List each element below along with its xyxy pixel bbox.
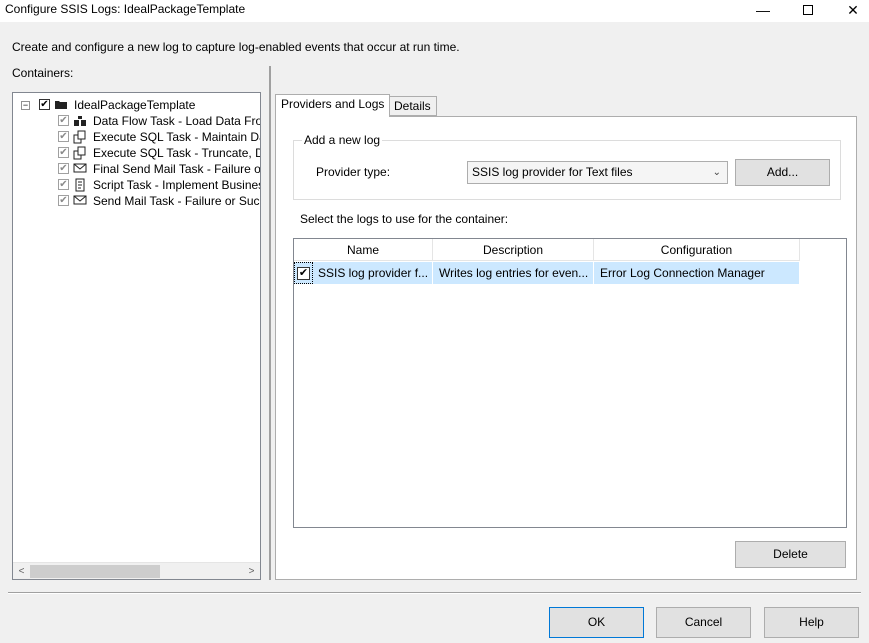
tree-checkbox[interactable]: ✔ [58,131,69,142]
provider-type-value: SSIS log provider for Text files [472,165,633,179]
focus-rectangle [294,262,313,284]
tree-item-root[interactable]: − ✔ IdealPackageTemplate [13,97,260,113]
cancel-button[interactable]: Cancel [656,607,751,638]
tab-providers-and-logs[interactable]: Providers and Logs [275,94,391,117]
close-icon: ✕ [847,2,859,18]
tree-item-execute-sql-maintain[interactable]: ✔ Execute SQL Task - Maintain Da [13,129,260,145]
help-button[interactable]: Help [764,607,859,638]
select-logs-label: Select the logs to use for the container… [300,212,509,226]
delete-button[interactable]: Delete [735,541,846,568]
footer-separator [8,592,861,594]
script-icon [73,178,87,192]
tree-item-label: Send Mail Task - Failure or Succ [93,194,261,208]
tree-item-label: Final Send Mail Task - Failure or [93,162,261,176]
column-header-description[interactable]: Description [433,239,594,261]
tree-checkbox[interactable]: ✔ [58,163,69,174]
tree-checkbox[interactable]: ✔ [58,195,69,206]
tree-item-label: Execute SQL Task - Truncate, De [93,146,261,160]
chevron-down-icon[interactable]: ⌄ [713,162,721,183]
tree-item-data-flow[interactable]: ✔ Data Flow Task - Load Data From [13,113,260,129]
panel-splitter[interactable] [269,66,271,580]
column-header-configuration[interactable]: Configuration [594,239,800,261]
table-row[interactable]: SSIS log provider f... ✔ Writes log entr… [294,262,800,284]
tree-item-send-mail[interactable]: ✔ Send Mail Task - Failure or Succ [13,193,260,209]
add-log-group: Add a new log Provider type: SSIS log pr… [293,133,841,200]
add-button[interactable]: Add... [735,159,830,186]
window-title: Configure SSIS Logs: IdealPackageTemplat… [5,2,246,16]
maximize-button[interactable] [785,0,831,22]
provider-type-label: Provider type: [316,165,391,179]
maximize-icon [803,4,813,15]
sql-task-icon [73,146,87,160]
tree-item-label: Script Task - Implement Busines [93,178,261,192]
scroll-left-icon[interactable]: < [13,563,30,579]
data-flow-icon [73,114,87,128]
tree-checkbox[interactable]: ✔ [58,115,69,126]
minimize-icon: — [756,2,770,18]
tree-item-execute-sql-truncate[interactable]: ✔ Execute SQL Task - Truncate, De [13,145,260,161]
add-log-legend: Add a new log [302,133,383,147]
ok-button[interactable]: OK [549,607,644,638]
tab-details[interactable]: Details [388,96,437,116]
provider-type-select[interactable]: SSIS log provider for Text files ⌄ [467,161,728,184]
title-bar: Configure SSIS Logs: IdealPackageTemplat… [0,0,869,22]
tree-item-script-task[interactable]: ✔ Script Task - Implement Busines [13,177,260,193]
containers-tree[interactable]: − ✔ IdealPackageTemplate ✔ Data Flow Tas… [12,92,261,580]
minimize-button[interactable]: — [740,0,786,22]
sql-task-icon [73,130,87,144]
column-header-name[interactable]: Name [294,239,433,261]
grid-header: Name Description Configuration [294,239,800,261]
logs-grid[interactable]: Name Description Configuration SSIS log … [293,238,847,528]
providers-tab-panel: Add a new log Provider type: SSIS log pr… [275,116,857,580]
cell-name[interactable]: SSIS log provider f... [294,262,433,284]
mail-icon [73,162,87,176]
tree-checkbox[interactable]: ✔ [58,147,69,158]
mail-icon [73,194,87,208]
collapse-icon[interactable]: − [21,101,30,110]
close-button[interactable]: ✕ [830,0,869,22]
log-name: SSIS log provider f... [318,266,429,280]
scroll-right-icon[interactable]: > [243,563,260,579]
cell-configuration[interactable]: Error Log Connection Manager [594,262,800,284]
intro-text: Create and configure a new log to captur… [12,40,460,54]
tree-horizontal-scrollbar[interactable]: < > [13,562,260,579]
root-checkbox[interactable]: ✔ [39,99,50,110]
cell-description[interactable]: Writes log entries for even... [433,262,594,284]
containers-label: Containers: [12,66,74,80]
tree-item-label: Execute SQL Task - Maintain Da [93,130,261,144]
tree-item-final-send-mail[interactable]: ✔ Final Send Mail Task - Failure or [13,161,260,177]
tree-item-label: Data Flow Task - Load Data From [93,114,261,128]
tree-checkbox[interactable]: ✔ [58,179,69,190]
tree-item-label: IdealPackageTemplate [74,98,196,112]
scroll-thumb[interactable] [30,565,160,578]
package-icon [54,98,68,112]
